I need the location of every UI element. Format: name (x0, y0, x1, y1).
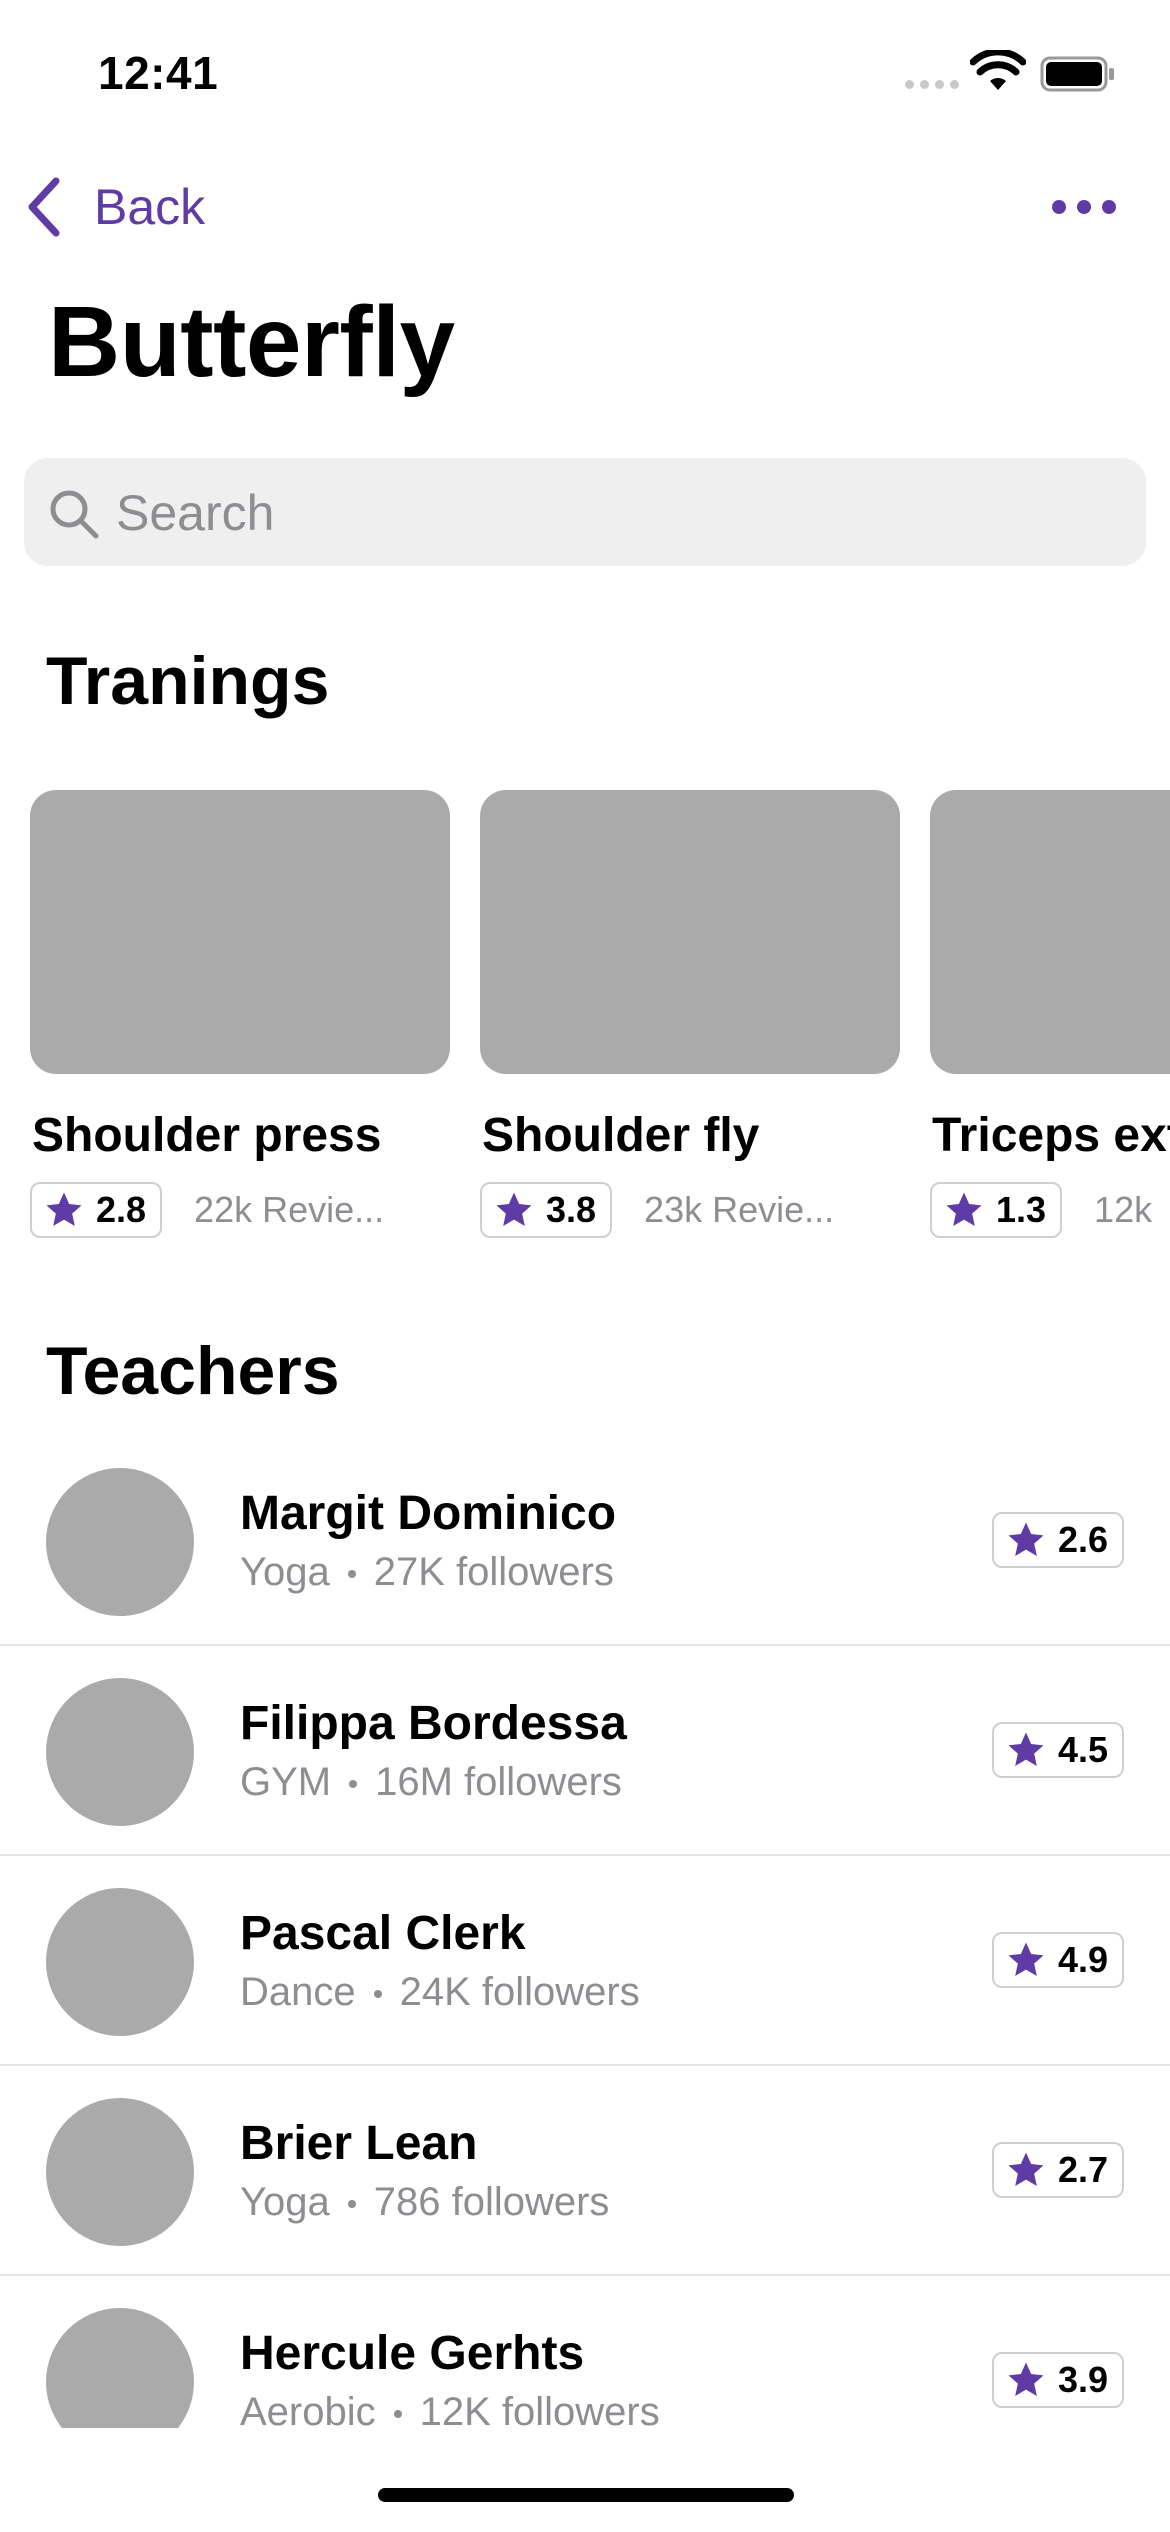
training-thumbnail (930, 790, 1170, 1074)
teacher-meta: Yoga 786 followers (240, 2180, 609, 2225)
training-thumbnail (480, 790, 900, 1074)
teacher-row[interactable]: Margit Dominico Yoga 27K followers 2.6 (0, 1438, 1170, 1646)
rating-value: 4.9 (1057, 1939, 1108, 1980)
separator-dot (373, 1990, 382, 1999)
teacher-name: Filippa Bordessa (240, 1697, 627, 1750)
avatar (46, 1468, 194, 1616)
page-title: Butterfly (48, 286, 455, 398)
teacher-followers: 12K followers (419, 2390, 660, 2428)
avatar (46, 1888, 194, 2036)
status-time: 12:41 (98, 47, 219, 99)
teacher-name: Margit Dominico (240, 1487, 617, 1540)
back-label: Back (94, 179, 206, 235)
cellular-signal-icon (905, 80, 960, 92)
wifi-icon (970, 50, 1026, 90)
teacher-category: Yoga (240, 2180, 330, 2224)
star-icon (946, 1192, 982, 1226)
training-name: Triceps ext (932, 1109, 1170, 1162)
teacher-row[interactable]: Filippa Bordessa GYM 16M followers 4.5 (0, 1648, 1170, 1856)
training-rating-row: 1.3 12k (930, 1182, 1152, 1238)
rating-value: 4.5 (1057, 1729, 1108, 1770)
star-icon (1008, 2152, 1044, 2186)
status-bar: 12:41 (0, 0, 1170, 140)
rating-badge: 4.5 (991, 1722, 1124, 1778)
star-icon (1008, 1522, 1044, 1556)
teacher-category: Dance (240, 1970, 356, 2014)
teacher-category: GYM (240, 1760, 332, 1804)
trainings-section-title: Tranings (46, 643, 330, 719)
rating-value: 1.3 (996, 1189, 1047, 1230)
review-count: 23k Revie... (644, 1189, 835, 1230)
training-name: Shoulder press (32, 1109, 382, 1162)
rating-value: 3.8 (546, 1189, 597, 1230)
teacher-category: Yoga (240, 1550, 330, 1594)
review-count: 12k (1094, 1189, 1153, 1230)
teachers-section-title: Teachers (46, 1333, 340, 1409)
rating-value: 3.9 (1057, 2359, 1108, 2400)
teacher-row[interactable]: Brier Lean Yoga 786 followers 2.7 (0, 2068, 1170, 2276)
avatar (46, 1678, 194, 1826)
separator-dot (393, 2410, 402, 2419)
trainings-carousel[interactable]: Shoulder press 2.8 22k Revie... Shoulder… (0, 790, 1170, 1250)
training-rating-row: 2.8 22k Revie... (30, 1182, 384, 1238)
star-icon (496, 1192, 532, 1226)
teacher-followers: 16M followers (375, 1760, 622, 1804)
teacher-row[interactable]: Pascal Clerk Dance 24K followers 4.9 (0, 1858, 1170, 2066)
rating-badge: 3.9 (991, 2352, 1124, 2408)
teacher-row[interactable]: Hercule Gerhts Aerobic 12K followers 3.9 (0, 2278, 1170, 2428)
teacher-meta: GYM 16M followers (240, 1760, 622, 1805)
search-input[interactable] (114, 476, 1118, 550)
search-icon (50, 490, 99, 539)
star-icon (46, 1192, 82, 1226)
separator-dot (347, 2200, 356, 2209)
training-thumbnail (30, 790, 450, 1074)
star-icon (1008, 2362, 1044, 2396)
teacher-category: Aerobic (240, 2390, 376, 2428)
training-card[interactable]: Triceps ext 1.3 12k (930, 790, 1170, 1238)
rating-badge: 1.3 (930, 1182, 1063, 1238)
rating-badge: 2.7 (991, 2142, 1124, 2198)
teacher-name: Brier Lean (240, 2117, 478, 2170)
training-card[interactable]: Shoulder fly 3.8 23k Revie... (480, 790, 900, 1238)
star-icon (1008, 1942, 1044, 1976)
teacher-meta: Yoga 27K followers (240, 1550, 614, 1595)
rating-value: 2.7 (1057, 2149, 1108, 2190)
search-bar[interactable] (24, 458, 1146, 566)
battery-icon (1040, 56, 1114, 92)
separator-dot (349, 1780, 358, 1789)
more-options-button[interactable] (1052, 192, 1116, 220)
back-button[interactable]: Back (24, 172, 205, 242)
teacher-meta: Aerobic 12K followers (240, 2390, 660, 2428)
teacher-name: Pascal Clerk (240, 1907, 526, 1960)
training-name: Shoulder fly (482, 1109, 760, 1162)
review-count: 22k Revie... (194, 1189, 385, 1230)
training-card[interactable]: Shoulder press 2.8 22k Revie... (30, 790, 450, 1238)
teacher-name: Hercule Gerhts (240, 2327, 585, 2380)
separator-dot (347, 1570, 356, 1579)
rating-badge: 2.8 (30, 1182, 163, 1238)
teacher-followers: 786 followers (373, 2180, 610, 2224)
avatar (46, 2098, 194, 2246)
home-indicator[interactable] (378, 2488, 794, 2502)
chevron-left-icon (28, 177, 60, 237)
star-icon (1008, 1732, 1044, 1766)
rating-value: 2.6 (1057, 1519, 1108, 1560)
rating-badge: 2.6 (991, 1512, 1124, 1568)
rating-badge: 4.9 (991, 1932, 1124, 1988)
rating-value: 2.8 (96, 1189, 147, 1230)
avatar (46, 2308, 194, 2428)
training-rating-row: 3.8 23k Revie... (480, 1182, 834, 1238)
teacher-followers: 24K followers (399, 1970, 640, 2014)
rating-badge: 3.8 (480, 1182, 613, 1238)
teacher-meta: Dance 24K followers (240, 1970, 640, 2015)
teacher-followers: 27K followers (373, 1550, 614, 1594)
